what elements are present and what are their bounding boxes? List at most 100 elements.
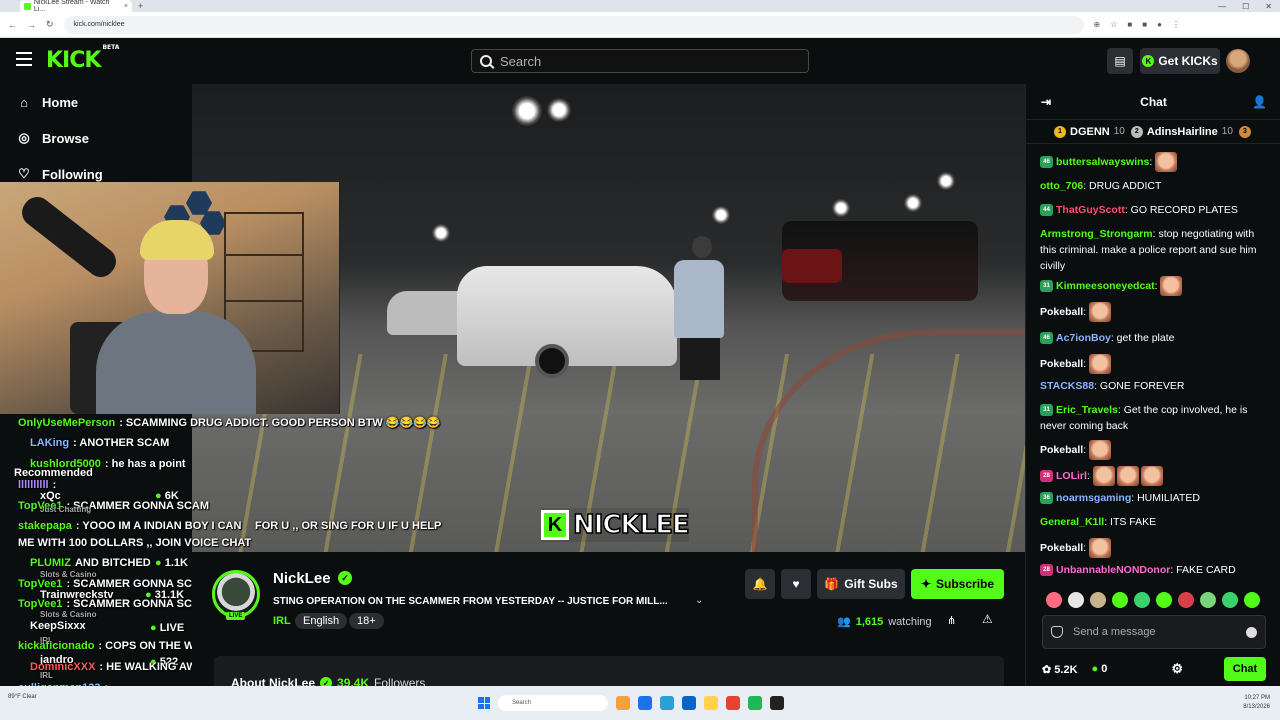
recommended-category: Slots & Casino bbox=[40, 610, 97, 619]
gift-icon: 🎁 bbox=[824, 577, 840, 591]
kicks-balance[interactable]: ✿ 5.2K bbox=[1042, 663, 1078, 676]
zoom-icon[interactable]: ⊕ bbox=[1094, 20, 1101, 29]
extension-icon[interactable]: ■ bbox=[1127, 20, 1132, 29]
taskbar-apps bbox=[616, 696, 784, 710]
leaderboard-name: AdinsHairline bbox=[1146, 125, 1218, 138]
overlay-chat-line: stakepapa: YOOO IM A INDIAN BOY I CAN bbox=[18, 520, 242, 532]
windows-start-icon[interactable] bbox=[478, 697, 490, 709]
gift-subs-button[interactable]: 🎁 Gift Subs bbox=[817, 569, 905, 599]
search-input[interactable]: Search bbox=[471, 49, 809, 73]
close-window-icon[interactable]: ✕ bbox=[1265, 2, 1272, 11]
bookmark-star-icon[interactable]: ☆ bbox=[1110, 20, 1117, 29]
leaderboard-entry[interactable]: 2 AdinsHairline 10 bbox=[1130, 125, 1233, 138]
streamer-avatar[interactable] bbox=[212, 570, 260, 618]
hamburger-menu-icon[interactable] bbox=[16, 52, 32, 66]
verified-icon: ✓ bbox=[338, 571, 352, 585]
minimize-icon[interactable]: — bbox=[1218, 2, 1226, 11]
channel-points[interactable]: ● 0 bbox=[1092, 663, 1108, 675]
address-bar: ← → ↻ kick.com/nicklee ⊕ ☆ ■ ■ ● ⋮ bbox=[0, 12, 1280, 38]
emote-button[interactable] bbox=[1178, 592, 1194, 608]
report-icon[interactable]: ⚠ bbox=[982, 612, 993, 626]
recommended-category: Just Chatting bbox=[40, 505, 92, 514]
back-icon[interactable]: ← bbox=[8, 20, 17, 30]
emote-button[interactable] bbox=[1090, 592, 1106, 608]
emote-button[interactable] bbox=[1156, 592, 1172, 608]
leaderboard-entry[interactable]: 1 DGENN 10 bbox=[1054, 125, 1125, 138]
system-clock[interactable]: 10:27 PM 8/13/2026 bbox=[1243, 694, 1270, 712]
emote-button[interactable] bbox=[1244, 592, 1260, 608]
chat-header: ⇥ Chat 👤 bbox=[1026, 84, 1280, 120]
sidebar-item-browse[interactable]: ◎ Browse bbox=[16, 130, 89, 146]
recommended-heading: Recommended bbox=[14, 467, 93, 479]
grid-icon: ▤ bbox=[1114, 54, 1126, 68]
reload-icon[interactable]: ↻ bbox=[46, 19, 54, 30]
maximize-icon[interactable]: ☐ bbox=[1242, 2, 1249, 11]
extension-icon[interactable]: ■ bbox=[1142, 20, 1147, 29]
forward-icon[interactable]: → bbox=[27, 20, 36, 30]
leaderboard-entry[interactable]: 3 bbox=[1238, 125, 1251, 138]
emote-button[interactable] bbox=[1200, 592, 1216, 608]
emote-button[interactable] bbox=[1134, 592, 1150, 608]
emote bbox=[1089, 302, 1112, 322]
overlay-chat-line: ME WITH 100 DOLLARS ,, JOIN VOICE CHAT bbox=[18, 537, 252, 549]
webcam-overlay bbox=[0, 182, 340, 414]
share-icon[interactable]: ⋔ bbox=[947, 614, 956, 627]
gear-icon[interactable]: ⚙ bbox=[1171, 661, 1183, 677]
profile-icon[interactable]: ● bbox=[1157, 20, 1162, 29]
menu-dots-icon[interactable]: ⋮ bbox=[1172, 20, 1180, 29]
chrome-icon[interactable] bbox=[726, 696, 740, 710]
viewers-icon: 👥 bbox=[837, 616, 851, 628]
get-kicks-button[interactable]: K Get KICKs bbox=[1140, 48, 1220, 74]
collapse-chat-icon[interactable]: ⇥ bbox=[1041, 95, 1051, 109]
app-icon[interactable] bbox=[770, 696, 784, 710]
star-icon: ✦ bbox=[920, 577, 932, 591]
chat-message: Pokeball: bbox=[1040, 440, 1270, 460]
chat-message-input[interactable]: Send a message bbox=[1042, 615, 1266, 649]
edge-icon[interactable] bbox=[682, 696, 696, 710]
app-icon[interactable] bbox=[616, 696, 630, 710]
emote-button[interactable] bbox=[1222, 592, 1238, 608]
street-light bbox=[547, 98, 571, 122]
chat-users-icon[interactable]: 👤 bbox=[1252, 95, 1267, 109]
app-icon[interactable] bbox=[660, 696, 674, 710]
live-badge: LIVE bbox=[226, 612, 246, 620]
overlay-chat-line: OnlyUseMePerson: SCAMMING DRUG ADDICT. G… bbox=[18, 417, 441, 429]
notification-bell-button[interactable]: 🔔 bbox=[745, 569, 775, 599]
emoji-icon[interactable] bbox=[1246, 626, 1257, 638]
kick-logo[interactable]: KICKBETA bbox=[46, 44, 119, 73]
sidebar-item-home[interactable]: ⌂ Home bbox=[16, 94, 78, 110]
emote-button[interactable] bbox=[1112, 592, 1128, 608]
taskbar-search[interactable]: Search bbox=[498, 695, 608, 711]
browser-tab[interactable]: NickLee Stream - Watch Li... × bbox=[20, 0, 132, 13]
subscribe-button[interactable]: ✦ Subscribe bbox=[911, 569, 1004, 599]
send-chat-button[interactable]: Chat bbox=[1224, 657, 1266, 681]
app-icon[interactable] bbox=[638, 696, 652, 710]
weather-widget[interactable]: 89°F Clear bbox=[8, 694, 37, 700]
compass-icon: ◎ bbox=[18, 130, 30, 145]
drops-button[interactable]: ▤ bbox=[1107, 48, 1133, 74]
tag-mature[interactable]: 18+ bbox=[349, 613, 384, 629]
chat-message: Pokeball: bbox=[1040, 538, 1270, 558]
folder-icon[interactable] bbox=[704, 696, 718, 710]
url-text: kick.com/nicklee bbox=[73, 21, 125, 28]
new-tab-icon[interactable]: + bbox=[138, 1, 143, 11]
close-tab-icon[interactable]: × bbox=[124, 3, 128, 10]
tag-language[interactable]: English bbox=[295, 613, 348, 629]
chat-message: 28 LOLirl: bbox=[1040, 466, 1270, 486]
emote bbox=[1089, 354, 1112, 374]
spotify-icon[interactable] bbox=[748, 696, 762, 710]
url-field[interactable]: kick.com/nicklee bbox=[63, 15, 1084, 34]
emote-button[interactable] bbox=[1068, 592, 1084, 608]
emote-button[interactable] bbox=[1046, 592, 1062, 608]
home-icon: ⌂ bbox=[20, 94, 28, 110]
user-avatar[interactable] bbox=[1226, 49, 1250, 73]
sidebar-item-following[interactable]: ♡ Following bbox=[16, 166, 102, 182]
follow-button[interactable]: ♥ bbox=[781, 569, 811, 599]
street-light bbox=[712, 206, 730, 224]
chevron-down-icon[interactable]: ⌄ bbox=[695, 595, 703, 606]
streamer-name[interactable]: NickLee bbox=[273, 570, 331, 587]
street-light bbox=[432, 224, 450, 242]
overlay-streamer-name: NICKLEE bbox=[572, 509, 690, 541]
emote bbox=[1116, 466, 1139, 486]
stream-category[interactable]: IRL bbox=[273, 615, 291, 627]
